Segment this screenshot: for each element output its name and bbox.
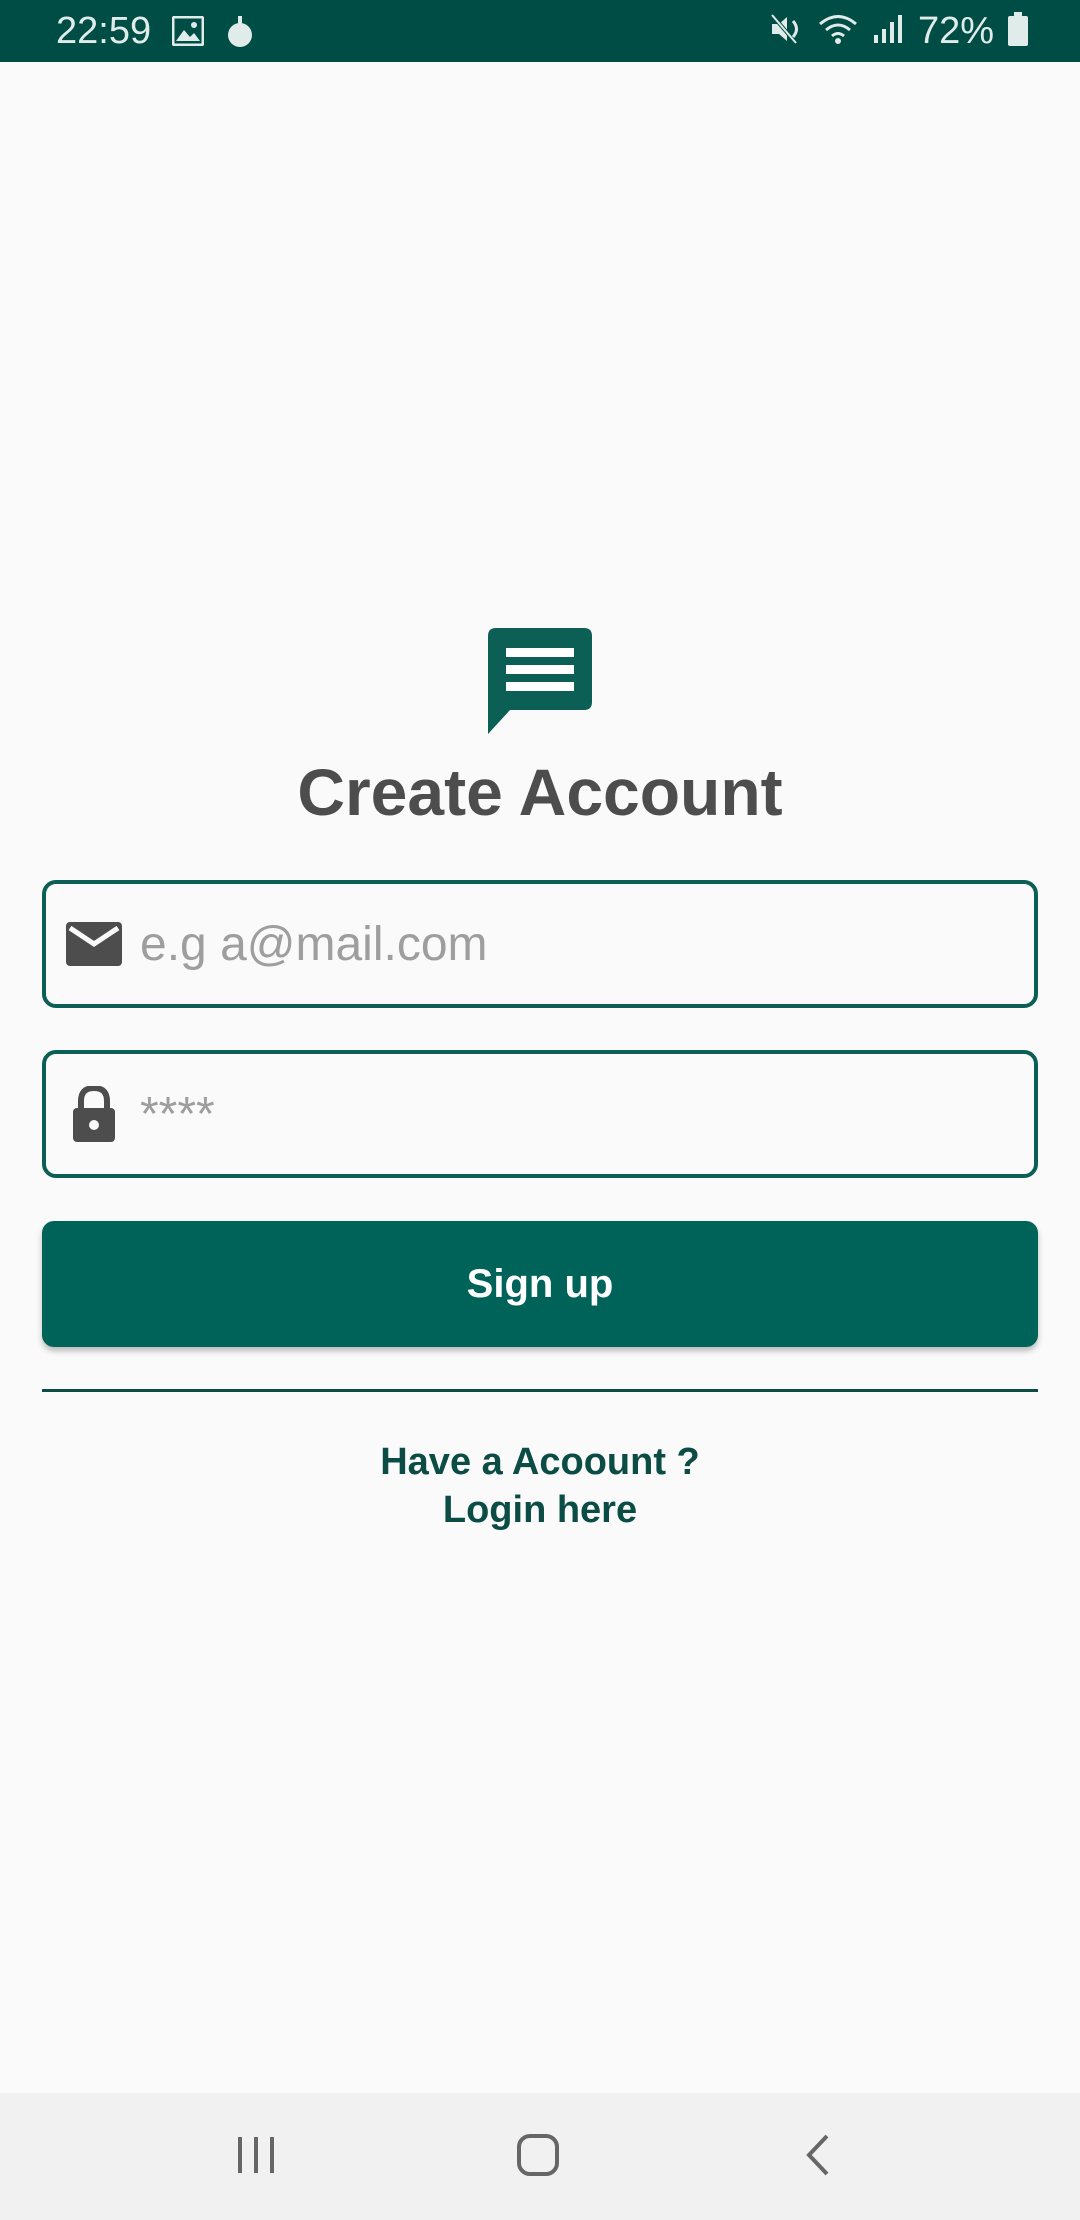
recent-apps-button[interactable] — [216, 2123, 296, 2191]
mail-icon — [64, 914, 124, 974]
signup-button[interactable]: Sign up — [42, 1221, 1038, 1347]
login-link[interactable]: Have a Acoount ? Login here — [0, 1438, 1080, 1534]
page-title: Create Account — [297, 755, 783, 829]
wifi-icon — [818, 13, 858, 50]
email-input[interactable] — [140, 909, 1000, 979]
home-button[interactable] — [498, 2123, 578, 2191]
status-bar: 22:59 72% — [0, 0, 1080, 62]
navigation-bar — [0, 2093, 1080, 2220]
notification-icons — [171, 14, 254, 53]
home-icon — [516, 2133, 560, 2182]
battery-icon — [1008, 11, 1028, 51]
gallery-notification-icon — [171, 15, 205, 51]
system-status-icons: 72% — [770, 8, 1028, 54]
recent-apps-icon — [236, 2135, 276, 2180]
login-link-line2[interactable]: Login here — [0, 1486, 1080, 1534]
back-button[interactable] — [778, 2123, 858, 2191]
email-field[interactable] — [42, 880, 1038, 1008]
signal-icon — [872, 13, 904, 50]
status-time: 22:59 — [56, 10, 152, 52]
chat-message-icon — [486, 628, 594, 736]
login-link-line1[interactable]: Have a Acoount ? — [0, 1438, 1080, 1486]
password-field[interactable] — [42, 1050, 1038, 1178]
lock-icon — [64, 1084, 124, 1144]
divider — [42, 1389, 1038, 1392]
mute-icon — [770, 13, 804, 50]
battery-percent: 72% — [917, 10, 994, 52]
back-icon — [803, 2133, 833, 2182]
password-input[interactable] — [140, 1079, 1000, 1149]
app-notification-icon — [226, 14, 254, 53]
